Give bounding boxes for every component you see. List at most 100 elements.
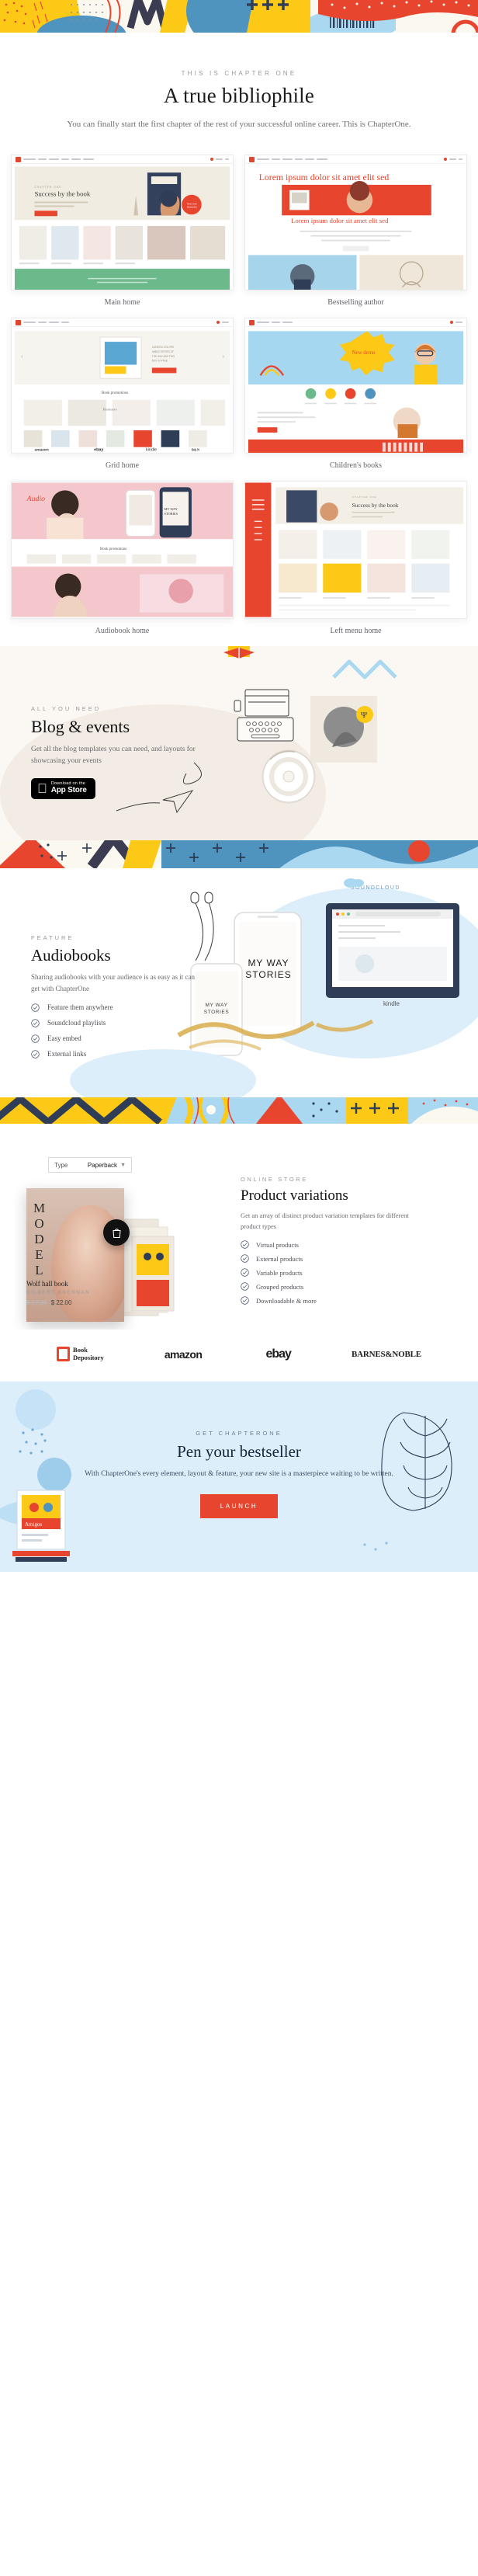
demo-screenshot-grid-home[interactable]: ‹ › LADIES & COLORS AMBLE SERIES OF THE … bbox=[11, 318, 234, 454]
grid-home-body: ‹ › LADIES & COLORS AMBLE SERIES OF THE … bbox=[12, 328, 233, 454]
blog-events-section: Ψ ALL YOU NEED Blog & events Get all the… bbox=[0, 646, 478, 841]
product-eyebrow: ONLINE STORE bbox=[241, 1176, 308, 1184]
demo-row-3: Audio MY WAY STORIES Book promotions Aud… bbox=[11, 481, 467, 638]
app-store-button[interactable]:  Download on the App Store bbox=[31, 777, 95, 799]
book-depository-line2: Depository bbox=[73, 1353, 104, 1361]
feature-label: Soundcloud playlists bbox=[47, 1019, 106, 1027]
demo-label: Bestselling author bbox=[327, 298, 384, 308]
check-circle-icon bbox=[241, 1282, 249, 1291]
demo-cell-bestselling-author[interactable]: Lorem ipsum dolor sit amet elit sed Lore… bbox=[244, 155, 467, 310]
cta-section: Amigos GET CHAPTERONE Pen your bestselle… bbox=[0, 1382, 478, 1573]
book-price: $ 27.00 $ 22.00 bbox=[26, 1299, 143, 1306]
launch-button[interactable]: LAUNCH bbox=[199, 1494, 279, 1519]
check-circle-icon bbox=[241, 1240, 249, 1249]
demo-screenshot-main-home[interactable]: CHAPTER ONE Success by the book New York… bbox=[11, 155, 234, 291]
demo-label: Audiobook home bbox=[95, 627, 150, 636]
demo-screenshot-audiobook-home[interactable]: Audio MY WAY STORIES Book promotions bbox=[11, 481, 234, 620]
retailer-logos-strip: Book Depository amazon ebay BARNES&NOBLE bbox=[0, 1330, 478, 1382]
svg-text:Book promotions: Book promotions bbox=[100, 548, 126, 551]
demo-row-1: CHAPTER ONE Success by the book New York… bbox=[11, 155, 467, 310]
svg-text:›: › bbox=[222, 353, 224, 361]
product-title: Product variations bbox=[241, 1187, 348, 1205]
svg-text:Bookstore: Bookstore bbox=[103, 408, 117, 412]
check-circle-icon bbox=[241, 1296, 249, 1305]
check-circle-icon bbox=[241, 1254, 249, 1263]
feature-label: Easy embed bbox=[47, 1034, 81, 1043]
demo-screenshot-left-menu-home[interactable]: CHAPTER ONE Success by the book bbox=[244, 481, 467, 620]
logo-amazon: amazon bbox=[165, 1348, 206, 1361]
svg-text:THE WAY AND TWO: THE WAY AND TWO bbox=[152, 355, 175, 358]
svg-text:kindle: kindle bbox=[383, 1000, 400, 1007]
site-logo-icon bbox=[249, 319, 255, 325]
demo-label: Children's books bbox=[329, 461, 383, 471]
demo-cell-grid-home[interactable]: ‹ › LADIES & COLORS AMBLE SERIES OF THE … bbox=[11, 318, 234, 473]
intro-eyebrow: THIS IS CHAPTER ONE bbox=[181, 70, 297, 77]
product-list-label: Downloadable & more bbox=[256, 1296, 317, 1305]
phone-screen-title: MY WAY STORIES bbox=[245, 958, 292, 981]
svg-text:CHAPTER ONE: CHAPTER ONE bbox=[34, 186, 61, 189]
decorative-pattern-band-mid bbox=[0, 840, 478, 872]
cta-copy-block: GET CHAPTERONE Pen your bestseller With … bbox=[0, 1430, 478, 1519]
cta-eyebrow: GET CHAPTERONE bbox=[196, 1430, 282, 1437]
book-depository-icon bbox=[57, 1347, 71, 1362]
product-type-select[interactable]: Type Paperback ▼ bbox=[48, 1157, 132, 1173]
audiobooks-title: Audiobooks bbox=[31, 946, 111, 965]
product-type-value: Paperback bbox=[87, 1161, 118, 1169]
product-list-label: Virtual products bbox=[256, 1240, 299, 1249]
barnes-noble-wordmark: BARNES&NOBLE bbox=[352, 1349, 421, 1359]
ebay-wordmark: ebay bbox=[265, 1347, 291, 1361]
svg-text:BUS VOYAGE: BUS VOYAGE bbox=[152, 360, 168, 363]
feature-label: Feature them anywhere bbox=[47, 1003, 113, 1012]
site-logo-icon bbox=[16, 156, 21, 162]
product-variations-section: Type Paperback ▼ MODEL Wolf hall book GI… bbox=[0, 1128, 478, 1330]
product-list-item: Virtual products bbox=[241, 1240, 419, 1249]
demo-cell-left-menu-home[interactable]: CHAPTER ONE Success by the book Left men… bbox=[244, 481, 467, 638]
book-author: GILBERT BRENNAN bbox=[26, 1290, 91, 1296]
bestselling-author-body: Lorem ipsum dolor sit amet elit sed Lore… bbox=[245, 165, 466, 290]
product-list-item: Downloadable & more bbox=[241, 1296, 419, 1305]
svg-text:kindle: kindle bbox=[146, 448, 157, 453]
product-list-item: Grouped products bbox=[241, 1282, 419, 1291]
intro-paragraph: You can finally start the first chapter … bbox=[67, 120, 411, 129]
chevron-down-icon: ▼ bbox=[120, 1162, 126, 1168]
demo-screenshot-childrens-books[interactable]: New demo bbox=[244, 318, 467, 454]
blog-events-band: Ψ ALL YOU NEED Blog & events Get all the… bbox=[0, 646, 478, 841]
shopping-bag-icon bbox=[112, 1228, 121, 1238]
app-store-big-label: App Store bbox=[41, 785, 87, 794]
check-circle-icon bbox=[31, 1003, 40, 1012]
reading-child-illustration bbox=[214, 646, 264, 668]
demo-cell-main-home[interactable]: CHAPTER ONE Success by the book New York… bbox=[11, 155, 234, 310]
apple-icon:  bbox=[37, 782, 47, 795]
book-depository-text: Book Depository bbox=[73, 1347, 104, 1361]
product-copy-block: ONLINE STORE Product variations Get an a… bbox=[241, 1176, 419, 1310]
product-list-label: Variable products bbox=[256, 1268, 303, 1277]
demo-cell-childrens-books[interactable]: New demo Children's books bbox=[244, 318, 467, 473]
svg-text:B&N: B&N bbox=[192, 448, 200, 452]
svg-text:Lorem ipsum dolor sit amet eli: Lorem ipsum dolor sit amet elit sed bbox=[291, 217, 389, 224]
demo-cell-audiobook-home[interactable]: Audio MY WAY STORIES Book promotions Aud… bbox=[11, 481, 234, 638]
childrens-books-body: New demo bbox=[245, 328, 466, 454]
svg-text:Audio: Audio bbox=[26, 495, 46, 503]
svg-text:amazon: amazon bbox=[34, 449, 48, 453]
svg-text:AMBLE SERIES OF: AMBLE SERIES OF bbox=[152, 350, 174, 353]
audiobooks-section: SOUNDCLOUD kindle FEATURE Audiobooks Sha… bbox=[0, 872, 478, 1098]
book-price-old: $ 27.00 bbox=[26, 1299, 47, 1307]
add-to-cart-button[interactable] bbox=[103, 1219, 130, 1246]
phone-screen-title-small: MY WAY STORIES bbox=[203, 1003, 230, 1015]
main-home-body: CHAPTER ONE Success by the book New York… bbox=[12, 165, 233, 290]
mini-navbar bbox=[245, 318, 466, 328]
demo-screenshot-bestselling-author[interactable]: Lorem ipsum dolor sit amet elit sed Lore… bbox=[244, 155, 467, 291]
svg-text:Bestseller: Bestseller bbox=[187, 206, 197, 209]
site-logo-icon bbox=[249, 156, 255, 162]
svg-text:LADIES & COLORS: LADIES & COLORS bbox=[152, 346, 174, 349]
site-logo-icon bbox=[16, 319, 21, 325]
check-circle-icon bbox=[31, 1034, 40, 1043]
product-list-label: Grouped products bbox=[256, 1282, 304, 1291]
book-meta: Wolf hall book GILBERT BRENNAN $ 27.00 $ … bbox=[26, 1280, 143, 1306]
audiobook-home-body: Audio MY WAY STORIES Book promotions bbox=[12, 482, 233, 617]
pattern-mid2-svg bbox=[0, 1097, 478, 1126]
svg-text:Lorem ipsum dolor sit amet eli: Lorem ipsum dolor sit amet elit sed bbox=[259, 172, 390, 183]
left-menu-home-body: CHAPTER ONE Success by the book bbox=[245, 482, 466, 617]
svg-text:ebay: ebay bbox=[94, 448, 103, 453]
check-circle-icon bbox=[31, 1050, 40, 1059]
